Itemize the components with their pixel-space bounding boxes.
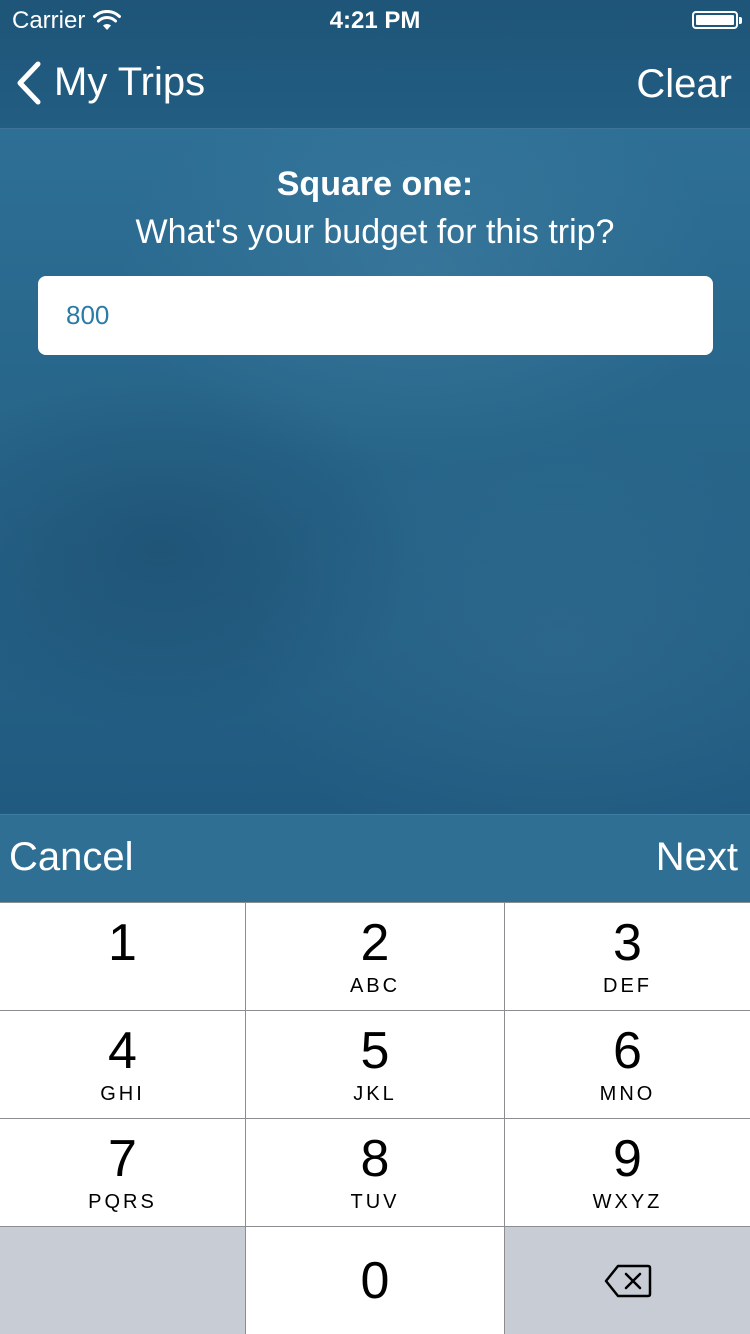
screen: Carrier 4:21 PM My Trips Clear Square on…	[0, 0, 750, 1334]
key-1[interactable]: 1	[0, 903, 245, 1010]
key-digit: 9	[613, 1130, 642, 1188]
prompt-title: Square one:	[276, 165, 474, 203]
key-letters: PQRS	[88, 1191, 157, 1213]
key-8[interactable]: 8 TUV	[246, 1119, 504, 1226]
key-digit: 4	[108, 1022, 137, 1080]
key-letters: GHI	[100, 1083, 145, 1105]
key-2[interactable]: 2 ABC	[246, 903, 504, 1010]
key-4[interactable]: 4 GHI	[0, 1011, 245, 1118]
budget-prompt-area: Square one: What's your budget for this …	[0, 129, 750, 814]
number-keypad: 1 2 ABC 3 DEF 4 GHI 5 JKL 6 MNO 7 PQRS 8…	[0, 902, 750, 1334]
clear-button[interactable]: Clear	[636, 62, 732, 107]
key-letters: MNO	[599, 1083, 656, 1105]
key-7[interactable]: 7 PQRS	[0, 1119, 245, 1226]
key-letters: TUV	[350, 1191, 400, 1213]
key-digit: 2	[360, 914, 390, 972]
key-letters: JKL	[353, 1083, 397, 1105]
key-digit: 5	[360, 1022, 390, 1080]
status-bar: Carrier 4:21 PM	[0, 0, 750, 40]
key-digit: 7	[108, 1130, 137, 1188]
prompt-question: What's your budget for this trip?	[135, 213, 615, 251]
battery-icon	[692, 11, 742, 29]
key-6[interactable]: 6 MNO	[505, 1011, 750, 1118]
key-3[interactable]: 3 DEF	[505, 903, 750, 1010]
budget-input[interactable]	[38, 276, 713, 355]
clock: 4:21 PM	[329, 7, 421, 34]
key-digit: 8	[360, 1130, 390, 1188]
backspace-icon	[604, 1264, 651, 1297]
back-button-label: My Trips	[54, 60, 206, 104]
chevron-left-icon	[17, 61, 41, 104]
navigation-header: Carrier 4:21 PM My Trips Clear	[0, 0, 750, 129]
back-button[interactable]: My Trips	[14, 60, 205, 105]
keyboard-accessory-bar: Cancel Next	[0, 814, 750, 903]
key-9[interactable]: 9 WXYZ	[505, 1119, 750, 1226]
key-digit: 6	[613, 1022, 642, 1080]
key-letters: WXYZ	[592, 1191, 663, 1213]
blank-key	[0, 1227, 245, 1334]
key-0[interactable]: 0	[246, 1227, 504, 1334]
key-letters: ABC	[349, 975, 401, 997]
nav-bar: My Trips Clear	[0, 40, 750, 128]
key-digit: 0	[360, 1252, 390, 1310]
key-digit: 3	[613, 914, 642, 972]
next-button[interactable]: Next	[656, 835, 738, 880]
cancel-button[interactable]: Cancel	[9, 835, 134, 880]
key-digit: 1	[108, 914, 137, 972]
key-5[interactable]: 5 JKL	[246, 1011, 504, 1118]
key-letters: DEF	[603, 975, 652, 997]
delete-key[interactable]	[505, 1227, 750, 1334]
